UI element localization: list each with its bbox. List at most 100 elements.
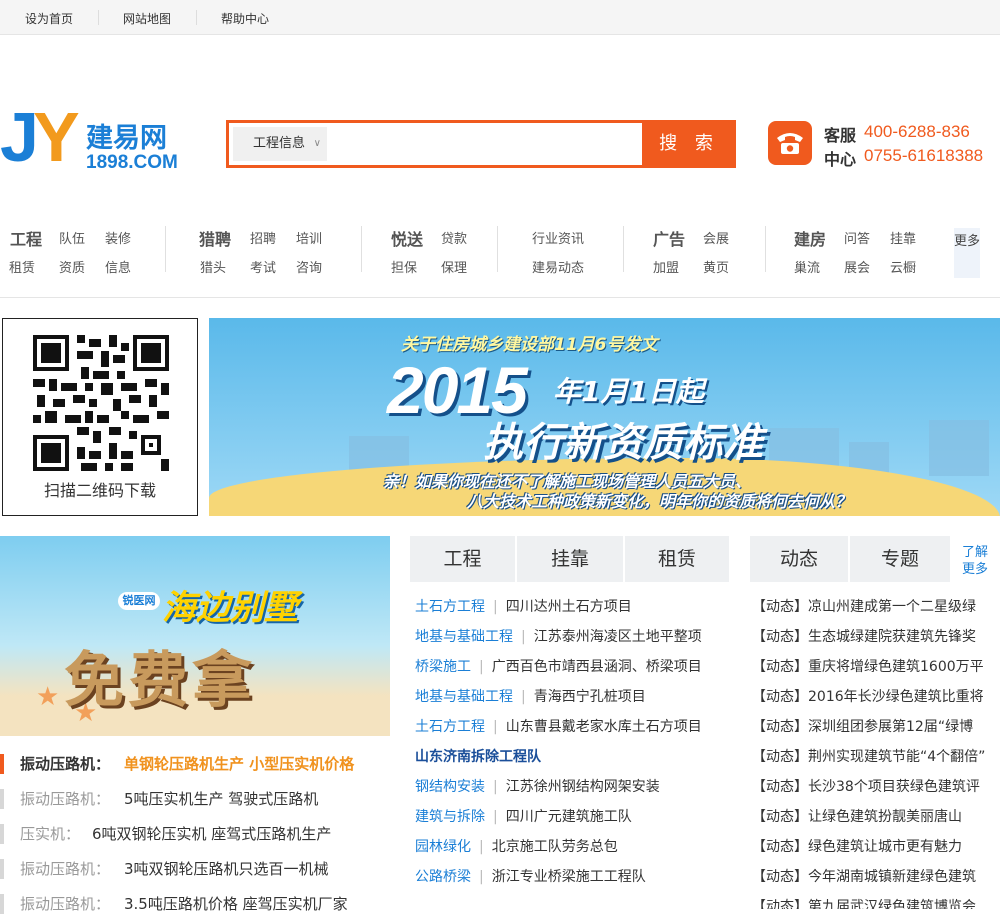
search-button[interactable]: 搜 索 [642, 120, 736, 168]
nav-link-consult[interactable]: 咨询 [296, 257, 322, 276]
project-category[interactable]: 地基与基础工程 [415, 629, 513, 645]
project-category[interactable]: 土石方工程 [415, 719, 485, 735]
nav-link-rental[interactable]: 租赁 [9, 257, 35, 276]
project-title[interactable]: 山东曹县戴老家水库土石方项目 [506, 719, 702, 735]
project-category[interactable]: 桥梁施工 [415, 659, 471, 675]
nav-link-team[interactable]: 队伍 [59, 228, 85, 247]
search-input[interactable] [329, 127, 641, 161]
project-title[interactable]: 江苏徐州钢结构网架安装 [506, 779, 660, 795]
hot-link-row[interactable]: 振动压路机： 5吨压实机生产 驾驶式压路机 [0, 787, 390, 811]
nav-head-finance[interactable]: 悦送 [391, 226, 423, 250]
list-item[interactable]: 地基与基础工程 | 江苏泰州海凌区土地平整项 [415, 626, 702, 648]
tab-rental[interactable]: 租赁 [623, 536, 729, 582]
tab-news[interactable]: 动态 [750, 536, 848, 582]
project-title[interactable]: 浙江专业桥梁施工工程队 [492, 869, 646, 885]
list-item[interactable]: 桥梁施工 | 广西百色市靖西县涵洞、桥梁项目 [415, 656, 702, 678]
hot-link-row[interactable]: 振动压路机： 3.5吨压路机价格 座驾压实机厂家 [0, 892, 390, 916]
nav-link-industry-news[interactable]: 行业资讯 [532, 228, 584, 247]
news-item[interactable]: 【动态】绿色建筑让城市更有魅力 [752, 836, 1000, 858]
project-category[interactable]: 钢结构安装 [415, 779, 485, 795]
know-more-link[interactable]: 了解 更多 [962, 544, 988, 578]
nav-link-site-news[interactable]: 建易动态 [532, 257, 584, 276]
nav-more-button[interactable]: 更多 [954, 228, 980, 278]
tab-topics[interactable]: 专题 [848, 536, 950, 582]
project-category[interactable]: 地基与基础工程 [415, 689, 513, 705]
sitemap-link[interactable]: 网站地图 [123, 10, 171, 27]
project-category[interactable]: 建筑与拆除 [415, 809, 485, 825]
news-item[interactable]: 【动态】凉山州建成第一个二星级绿 [752, 596, 1000, 618]
news-item[interactable]: 【动态】长沙38个项目获绿色建筑评 [752, 776, 1000, 798]
nav-head-building[interactable]: 建房 [794, 226, 826, 250]
know-more-line1: 了解 [962, 545, 989, 560]
news-item[interactable]: 【动态】让绿色建筑扮靓美丽唐山 [752, 806, 1000, 828]
divider [165, 226, 166, 272]
row-marker [0, 754, 4, 774]
nav-head-ads[interactable]: 广告 [653, 226, 685, 250]
nav-head-engineering[interactable]: 工程 [10, 226, 42, 250]
news-item[interactable]: 【动态】第九届武汉绿色建筑博览会 [752, 896, 1000, 909]
hot-link-row[interactable]: 压实机： 6吨双钢轮压实机 座驾式压路机生产 [0, 822, 390, 846]
project-title[interactable]: 山东济南拆除工程队 [415, 749, 541, 765]
divider: | [479, 869, 484, 885]
project-title[interactable]: 广西百色市靖西县涵洞、桥梁项目 [492, 659, 702, 675]
nav-link-exhibition[interactable]: 会展 [703, 228, 729, 247]
nav-link-expo[interactable]: 展会 [844, 257, 870, 276]
site-logo[interactable]: JY 建易网 1898.COM [0, 100, 190, 180]
nav-link-decoration[interactable]: 装修 [105, 228, 131, 247]
nav-link-loan[interactable]: 贷款 [441, 228, 467, 247]
news-item[interactable]: 【动态】2016年长沙绿色建筑比重将 [752, 686, 1000, 708]
tab-engineering[interactable]: 工程 [410, 536, 515, 582]
divider [623, 226, 624, 272]
list-item[interactable]: 土石方工程 | 四川达州土石方项目 [415, 596, 632, 618]
qr-code [33, 335, 169, 471]
news-item[interactable]: 【动态】生态城绿建院获建筑先锋奖 [752, 626, 1000, 648]
nav-link-training[interactable]: 培训 [296, 228, 322, 247]
tab-affiliate[interactable]: 挂靠 [515, 536, 623, 582]
project-title[interactable]: 四川达州土石方项目 [506, 599, 632, 615]
hot-link-value: 5吨压实机生产 驾驶式压路机 [124, 790, 319, 808]
nav-link-cloud[interactable]: 云橱 [890, 257, 916, 276]
hot-link-row[interactable]: 振动压路机： 单钢轮压路机生产 小型压实机价格 [0, 752, 390, 776]
project-title[interactable]: 北京施工队劳务总包 [492, 839, 618, 855]
news-item[interactable]: 【动态】深圳组团参展第12届“绿博 [752, 716, 1000, 738]
search-category-select[interactable]: 工程信息 ∨ [233, 127, 327, 161]
list-item[interactable]: 地基与基础工程 | 青海西宁孔桩项目 [415, 686, 646, 708]
news-item[interactable]: 【动态】今年湖南城镇新建绿色建筑 [752, 866, 1000, 888]
nav-head-recruit[interactable]: 猎聘 [199, 226, 231, 250]
nav-link-factoring[interactable]: 保理 [441, 257, 467, 276]
qr-download-box[interactable]: 扫描二维码下载 [2, 318, 198, 516]
list-item[interactable]: 建筑与拆除 | 四川广元建筑施工队 [415, 806, 632, 828]
help-center-link[interactable]: 帮助中心 [221, 10, 269, 27]
list-item[interactable]: 钢结构安装 | 江苏徐州钢结构网架安装 [415, 776, 660, 798]
news-item[interactable]: 【动态】重庆将增绿色建筑1600万平 [752, 656, 1000, 678]
promo-subtitle: 免费拿 [64, 646, 256, 716]
project-title[interactable]: 江苏泰州海凌区土地平整项 [534, 629, 702, 645]
service-label-1: 客服 [824, 126, 857, 145]
nav-link-franchise[interactable]: 加盟 [653, 257, 679, 276]
project-title[interactable]: 四川广元建筑施工队 [506, 809, 632, 825]
news-item[interactable]: 【动态】荆州实现建筑节能“4个翻倍” [752, 746, 1000, 768]
project-category[interactable]: 公路桥梁 [415, 869, 471, 885]
nav-link-qualification[interactable]: 资质 [59, 257, 85, 276]
promo-banner[interactable]: ★ ★ 锐医网 海边别墅 免费拿 [0, 536, 390, 736]
nav-link-guarantee[interactable]: 担保 [391, 257, 417, 276]
set-home-link[interactable]: 设为首页 [25, 10, 73, 27]
nav-link-exam[interactable]: 考试 [250, 257, 276, 276]
nav-link-chaoliu[interactable]: 巢流 [794, 257, 820, 276]
nav-link-hiring[interactable]: 招聘 [250, 228, 276, 247]
list-item[interactable]: 山东济南拆除工程队 [415, 746, 541, 768]
hot-link-key: 振动压路机： [20, 860, 111, 878]
nav-link-yellowpages[interactable]: 黄页 [703, 257, 729, 276]
list-item[interactable]: 园林绿化 | 北京施工队劳务总包 [415, 836, 618, 858]
hero-banner[interactable]: 关于住房城乡建设部11月6号发文 2015 年1月1日起 执行新资质标准 亲！如… [209, 318, 1000, 516]
nav-link-affiliate[interactable]: 挂靠 [890, 228, 916, 247]
nav-link-headhunter[interactable]: 猎头 [200, 257, 226, 276]
project-title[interactable]: 青海西宁孔桩项目 [534, 689, 646, 705]
list-item[interactable]: 公路桥梁 | 浙江专业桥梁施工工程队 [415, 866, 646, 888]
nav-link-info[interactable]: 信息 [105, 257, 131, 276]
nav-link-qa[interactable]: 问答 [844, 228, 870, 247]
hot-link-row[interactable]: 振动压路机： 3吨双钢轮压路机只选百一机械 [0, 857, 390, 881]
list-item[interactable]: 土石方工程 | 山东曹县戴老家水库土石方项目 [415, 716, 702, 738]
project-category[interactable]: 土石方工程 [415, 599, 485, 615]
project-category[interactable]: 园林绿化 [415, 839, 471, 855]
